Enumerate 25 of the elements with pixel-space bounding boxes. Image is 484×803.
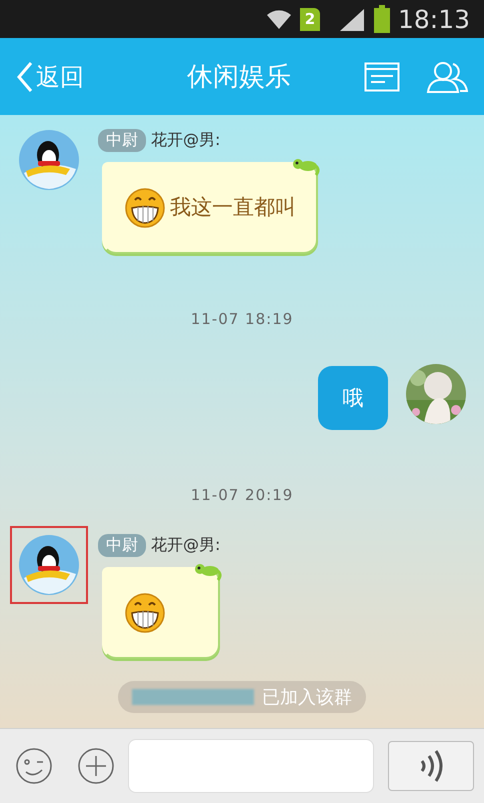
message-bubble: 哦	[318, 366, 388, 430]
rank-badge: 中尉	[98, 534, 146, 557]
lizard-icon	[194, 561, 222, 581]
back-button[interactable]: 返回	[16, 60, 84, 92]
message-input[interactable]	[128, 739, 374, 793]
avatar-icon	[18, 534, 80, 596]
sound-waves-icon	[418, 749, 444, 783]
lizard-icon	[292, 156, 320, 176]
sender-name: 花开@男:	[151, 535, 220, 556]
signal-icon	[338, 7, 366, 31]
sender-name: 花开@男:	[151, 130, 220, 151]
clock-text: 18:13	[398, 4, 470, 34]
timestamp: 11-07 20:19	[190, 486, 294, 504]
sim-badge: 2	[300, 8, 320, 30]
smiley-icon[interactable]	[16, 748, 52, 784]
rank-badge: 中尉	[98, 129, 146, 152]
plus-icon[interactable]	[78, 748, 114, 784]
notice-text: 已加入该群	[262, 686, 352, 709]
timestamp: 11-07 18:19	[190, 310, 294, 328]
voice-button[interactable]	[388, 741, 474, 791]
chat-title: 休闲娱乐	[186, 61, 292, 94]
chevron-left-icon	[16, 60, 34, 92]
avatar-icon	[18, 129, 80, 191]
battery-icon	[374, 5, 390, 33]
message-text: 我这一直都叫	[170, 194, 296, 221]
